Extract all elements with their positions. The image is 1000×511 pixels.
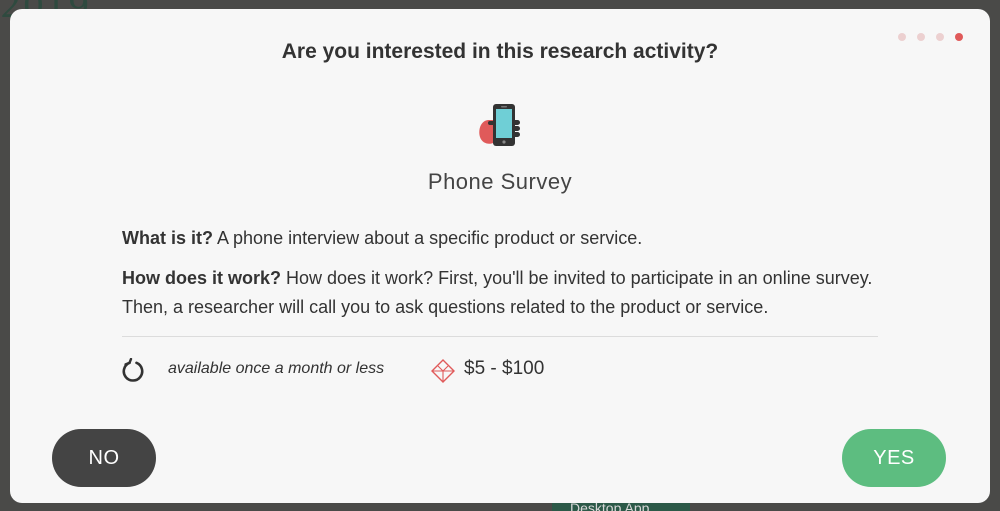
no-button[interactable]: NO xyxy=(52,429,156,487)
research-activity-modal: Are you interested in this research acti… xyxy=(10,9,990,503)
refresh-icon xyxy=(120,357,146,384)
phone-in-hand-icon xyxy=(476,101,524,151)
how-does-it-work-paragraph: How does it work? How does it work? Firs… xyxy=(122,264,892,322)
frequency-text: available once a month or less xyxy=(168,360,385,377)
diamond-icon xyxy=(430,358,456,384)
yes-button[interactable]: YES xyxy=(842,429,946,487)
what-is-it-label: What is it? xyxy=(122,228,213,248)
how-does-it-work-label: How does it work? xyxy=(122,268,282,288)
activity-name: Phone Survey xyxy=(427,169,573,194)
what-is-it-text: A phone interview about a specific produ… xyxy=(213,228,643,248)
what-is-it-paragraph: What is it? A phone interview about a sp… xyxy=(122,224,892,253)
modal-title: Are you interested in this research acti… xyxy=(281,40,719,63)
divider xyxy=(122,336,878,337)
reward-range: $5 - $100 xyxy=(464,358,545,379)
